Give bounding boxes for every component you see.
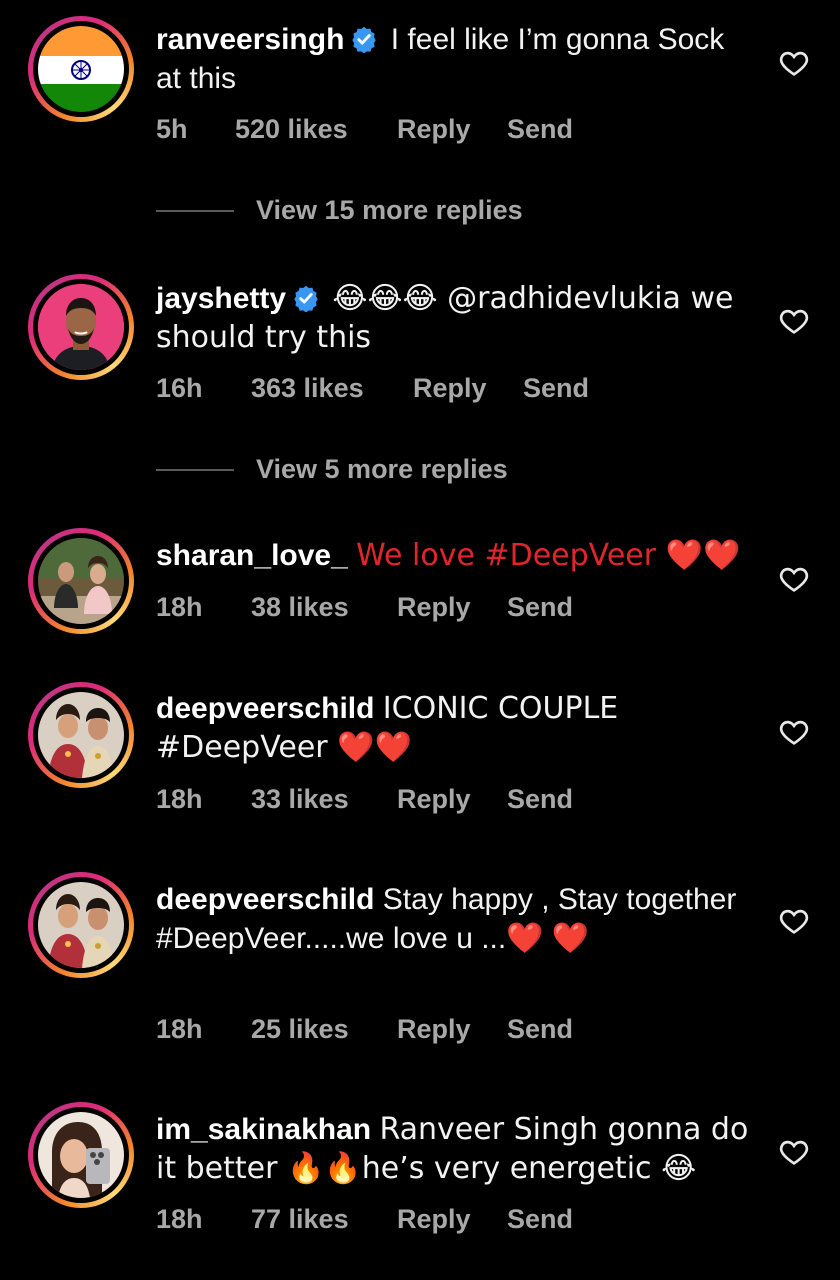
comment-username[interactable]: ranveersingh: [156, 23, 344, 56]
comment-username[interactable]: deepveerschild: [156, 883, 374, 916]
comment-text-block: deepveerschild ICONIC COUPLE #DeepVeer ❤…: [156, 689, 756, 767]
comment-time: 18h: [156, 1014, 203, 1044]
avatar[interactable]: [28, 528, 134, 634]
reply-button[interactable]: Reply: [397, 784, 507, 815]
like-heart-icon[interactable]: [778, 563, 810, 595]
verified-badge-icon: [352, 26, 377, 53]
comment-time: 5h: [156, 114, 188, 144]
comment-username[interactable]: sharan_love_: [156, 539, 348, 572]
reply-thread-line: [156, 468, 234, 471]
send-button[interactable]: Send: [507, 1204, 573, 1235]
comment-username[interactable]: im_sakinakhan: [156, 1113, 371, 1146]
comment-likes[interactable]: 77 likes: [251, 1204, 397, 1235]
comment-time: 18h: [156, 592, 203, 622]
avatar[interactable]: [28, 1102, 134, 1208]
like-heart-icon[interactable]: [778, 1136, 810, 1168]
reply-button[interactable]: Reply: [397, 592, 507, 623]
comment-likes[interactable]: 363 likes: [251, 373, 413, 404]
like-heart-icon[interactable]: [778, 305, 810, 337]
comment-time: 18h: [156, 1204, 203, 1234]
india-flag-icon: [38, 26, 124, 112]
comment-likes[interactable]: 520 likes: [235, 114, 397, 145]
send-button[interactable]: Send: [523, 373, 589, 404]
comment-meta: 18h 25 likes Reply Send: [156, 1014, 573, 1045]
comment-username[interactable]: deepveerschild: [156, 692, 374, 725]
view-more-replies[interactable]: View 5 more replies: [156, 454, 508, 485]
comment-meta: 18h 38 likes Reply Send: [156, 592, 573, 623]
reply-button[interactable]: Reply: [397, 1014, 507, 1045]
comment-text-block: jayshetty 😂😂😂 @radhidevlukia we should t…: [156, 279, 756, 357]
reply-button[interactable]: Reply: [413, 373, 523, 404]
comment-likes[interactable]: 33 likes: [251, 784, 397, 815]
woman-selfie-icon: [38, 1112, 124, 1198]
comment-text-block: sharan_love_ We love #DeepVeer ❤️❤️: [156, 536, 756, 575]
view-more-replies-label[interactable]: View 15 more replies: [256, 195, 523, 226]
avatar[interactable]: [28, 16, 134, 122]
comment-text-block: im_sakinakhan Ranveer Singh gonna do it …: [156, 1110, 756, 1188]
view-more-replies-label[interactable]: View 5 more replies: [256, 454, 508, 485]
comment-text-block: deepveerschild Stay happy , Stay togethe…: [156, 880, 756, 958]
like-heart-icon[interactable]: [778, 905, 810, 937]
view-more-replies[interactable]: View 15 more replies: [156, 195, 523, 226]
avatar[interactable]: [28, 274, 134, 380]
reply-button[interactable]: Reply: [397, 114, 507, 145]
send-button[interactable]: Send: [507, 592, 573, 623]
comment-body: We love #DeepVeer ❤️❤️: [356, 538, 741, 573]
comment-likes[interactable]: 38 likes: [251, 592, 397, 623]
couple-wedding-icon: [38, 882, 124, 968]
like-heart-icon[interactable]: [778, 716, 810, 748]
couple-wedding-icon: [38, 692, 124, 778]
reply-thread-line: [156, 209, 234, 212]
comment-time: 16h: [156, 373, 203, 403]
comment-meta: 16h 363 likes Reply Send: [156, 373, 589, 404]
comment-meta: 18h 33 likes Reply Send: [156, 784, 573, 815]
like-heart-icon[interactable]: [778, 47, 810, 79]
comment-time: 18h: [156, 784, 203, 814]
comment-text-block: ranveersingh I feel like I’m gonna Sock …: [156, 20, 756, 98]
verified-badge-icon: [294, 285, 318, 312]
comment-meta: 5h 520 likes Reply Send: [156, 114, 573, 145]
comment-username[interactable]: jayshetty: [156, 282, 286, 315]
reply-button[interactable]: Reply: [397, 1204, 507, 1235]
couple-photo-icon: [38, 538, 124, 624]
avatar[interactable]: [28, 682, 134, 788]
comment-likes[interactable]: 25 likes: [251, 1014, 397, 1045]
avatar[interactable]: [28, 872, 134, 978]
comment-meta: 18h 77 likes Reply Send: [156, 1204, 573, 1235]
man-portrait-icon: [38, 284, 124, 370]
send-button[interactable]: Send: [507, 1014, 573, 1045]
send-button[interactable]: Send: [507, 784, 573, 815]
send-button[interactable]: Send: [507, 114, 573, 145]
